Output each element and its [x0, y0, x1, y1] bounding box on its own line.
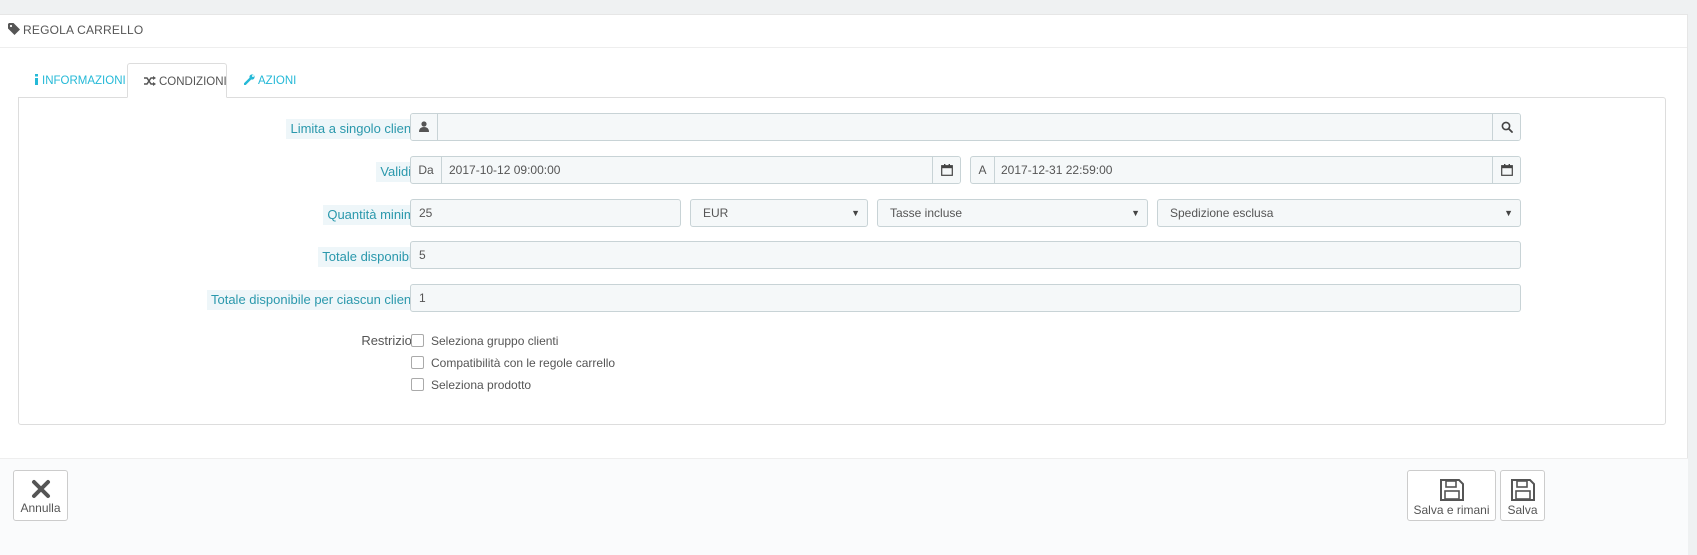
tag-icon — [8, 16, 20, 46]
customer-search-input[interactable] — [410, 113, 1521, 141]
save-and-stay-label: Salva e rimani — [1413, 503, 1490, 517]
checkbox[interactable] — [411, 378, 424, 391]
cart-rule-panel: REGOLA CARRELLO INFORMAZIONI CONDIZIONI … — [0, 14, 1688, 555]
to-prefix: A — [971, 157, 995, 183]
restriction-customer-group[interactable]: Seleziona gruppo clienti — [411, 331, 558, 351]
total-available-input[interactable]: 5 — [410, 241, 1521, 269]
shipping-select[interactable]: Spedizione esclusa ▼ — [1157, 199, 1521, 227]
total-per-customer-input[interactable]: 1 — [410, 284, 1521, 312]
info-icon — [35, 74, 38, 85]
save-icon — [1510, 479, 1535, 501]
checkbox[interactable] — [411, 356, 424, 369]
search-icon[interactable] — [1492, 114, 1520, 140]
panel-footer: Annulla Salva e rimani Salva — [0, 458, 1688, 555]
validity-to-input[interactable]: A 2017-12-31 22:59:00 — [970, 156, 1521, 184]
wrench-icon — [243, 74, 255, 86]
caret-down-icon: ▼ — [1131, 208, 1140, 218]
cancel-button[interactable]: Annulla — [13, 470, 68, 521]
restriction-label: Compatibilità con le regole carrello — [431, 356, 616, 370]
currency-select[interactable]: EUR ▼ — [690, 199, 868, 227]
save-button[interactable]: Salva — [1500, 470, 1545, 521]
restriction-label: Seleziona gruppo clienti — [431, 334, 559, 348]
validity-from-input[interactable]: Da 2017-10-12 09:00:00 — [410, 156, 961, 184]
from-value: 2017-10-12 09:00:00 — [449, 163, 561, 177]
min-amount-input[interactable]: 25 — [410, 199, 681, 227]
currency-value: EUR — [703, 206, 729, 220]
caret-down-icon: ▼ — [1504, 208, 1513, 218]
shipping-value: Spedizione esclusa — [1170, 206, 1274, 220]
random-icon — [144, 76, 156, 86]
cancel-label: Annulla — [20, 501, 61, 515]
min-amount-value: 25 — [419, 206, 433, 220]
caret-down-icon: ▼ — [851, 208, 860, 218]
total-per-customer-label: Totale disponibile per ciascun cliente — [206, 290, 426, 310]
tab-azioni[interactable]: AZIONI — [228, 63, 312, 98]
panel-title: REGOLA CARRELLO — [23, 23, 144, 37]
close-icon — [31, 480, 50, 498]
tab-label: CONDIZIONI — [159, 76, 227, 88]
save-and-stay-button[interactable]: Salva e rimani — [1407, 470, 1496, 521]
restriction-label: Seleziona prodotto — [431, 378, 532, 392]
tax-select[interactable]: Tasse incluse ▼ — [877, 199, 1148, 227]
from-prefix: Da — [411, 157, 442, 183]
tab-condizioni[interactable]: CONDIZIONI — [127, 63, 227, 98]
user-icon — [411, 114, 438, 140]
total-per-customer-value: 1 — [419, 291, 426, 305]
to-value: 2017-12-31 22:59:00 — [1001, 163, 1113, 177]
tab-informazioni[interactable]: INFORMAZIONI — [18, 63, 127, 98]
calendar-icon[interactable] — [932, 157, 960, 183]
save-icon — [1439, 479, 1464, 501]
restriction-product[interactable]: Seleziona prodotto — [411, 375, 531, 395]
tab-label: INFORMAZIONI — [42, 75, 126, 87]
checkbox[interactable] — [411, 334, 424, 347]
tab-label: AZIONI — [258, 75, 297, 87]
tax-value: Tasse incluse — [890, 206, 963, 220]
panel-heading: REGOLA CARRELLO — [0, 15, 1687, 48]
calendar-icon[interactable] — [1492, 157, 1520, 183]
restriction-cart-rule-compat[interactable]: Compatibilità con le regole carrello — [411, 353, 615, 373]
customer-label: Limita a singolo cliente — [286, 119, 426, 139]
save-label: Salva — [1507, 503, 1538, 517]
total-available-value: 5 — [419, 248, 426, 262]
